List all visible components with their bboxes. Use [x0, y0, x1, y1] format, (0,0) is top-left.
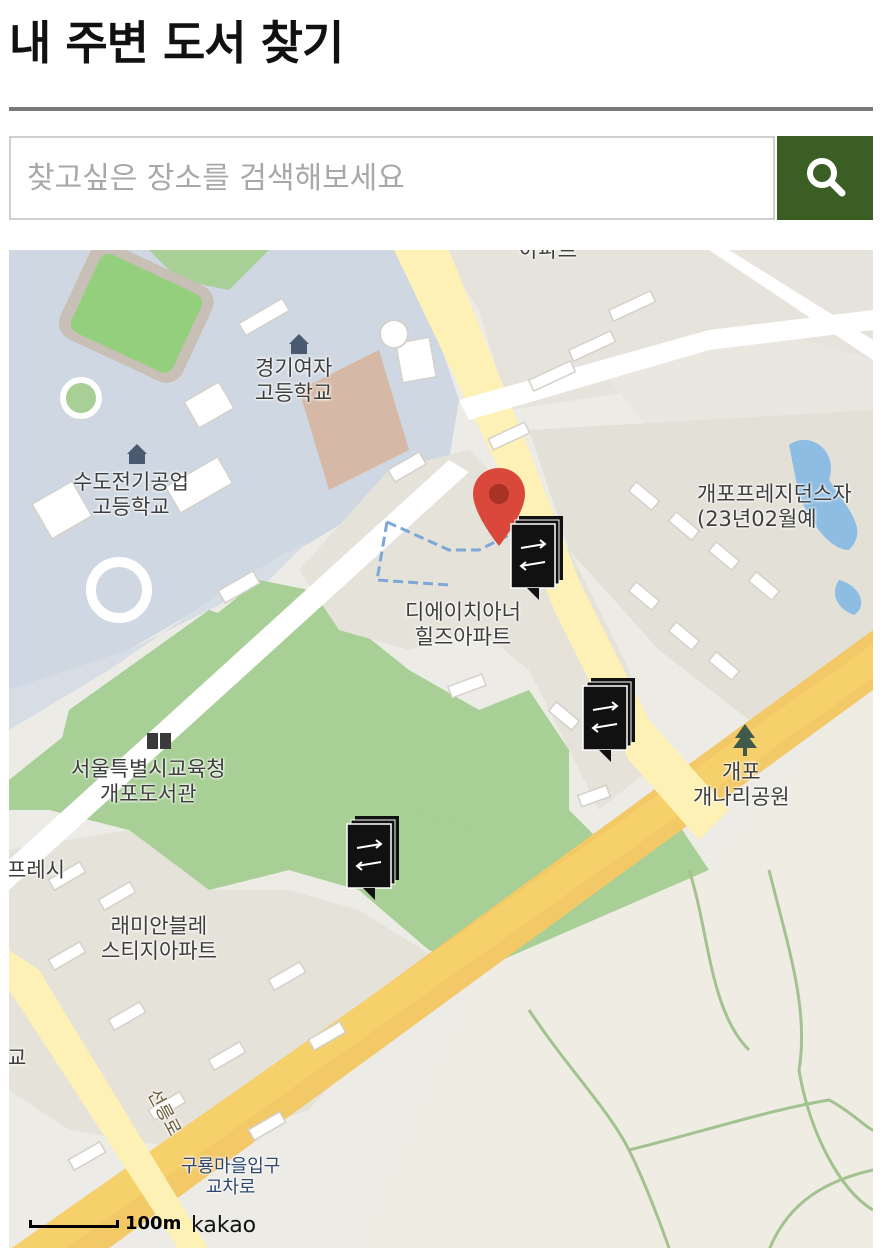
map-label-girls-high-school: 경기여자 고등학교: [255, 356, 333, 405]
map-label-guryong-intersection: 구룡마을입구 교차로: [181, 1156, 281, 1199]
page-title: 내 주변 도서 찾기: [9, 16, 344, 70]
scale-bar: [29, 1220, 119, 1228]
map-label-presi: 프레시: [9, 858, 65, 882]
map-view[interactable]: 아파트 경기여자 고등학교 수도전기공업 고등학교 개포프레지던스자 (23년0…: [9, 250, 873, 1248]
book-exchange-icon: [346, 816, 399, 900]
search-input[interactable]: [9, 136, 775, 220]
book-marker-3[interactable]: [345, 814, 403, 900]
map-label-dh-hills: 디에이치아너 힐즈아파트: [405, 600, 521, 649]
search-bar: [9, 136, 873, 220]
search-icon: [807, 158, 846, 197]
book-exchange-icon: [582, 678, 635, 762]
kakao-logo: kakao: [191, 1213, 257, 1238]
map-label-gyo: 교: [9, 1046, 27, 1070]
map-label-apt-top: 아파트: [519, 250, 577, 262]
book-marker-1[interactable]: [509, 514, 567, 600]
title-divider: [9, 107, 873, 111]
map-label-gaepo-presidence: 개포프레지던스자 (23년02월예: [697, 482, 852, 531]
map-base: [9, 250, 873, 1248]
map-label-sudo-high-school: 수도전기공업 고등학교: [73, 470, 189, 519]
book-exchange-icon: [510, 516, 563, 600]
map-label-gaepo-park: 개포 개나리공원: [693, 760, 790, 809]
search-button[interactable]: [777, 136, 873, 220]
map-label-raemian: 래미안블레 스티지아파트: [101, 914, 217, 963]
book-marker-2[interactable]: [581, 676, 639, 762]
map-label-library: 서울특별시교육청 개포도서관: [71, 757, 226, 806]
scale-label: 100m: [125, 1213, 182, 1234]
